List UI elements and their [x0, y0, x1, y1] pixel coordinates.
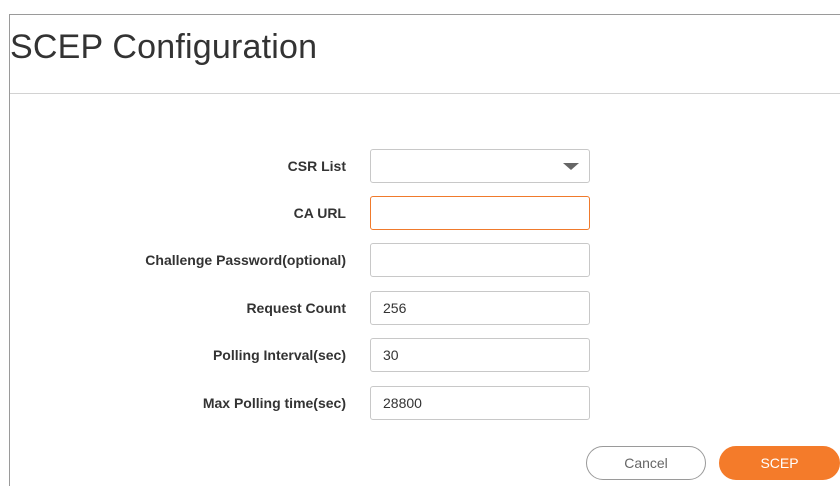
title-divider: [10, 93, 840, 94]
request-count-row: Request Count: [0, 291, 840, 325]
csr-list-row: CSR List: [0, 149, 840, 183]
polling-interval-label: Polling Interval(sec): [212, 347, 346, 363]
max-polling-time-row: Max Polling time(sec): [0, 386, 840, 420]
ca-url-input[interactable]: [370, 196, 590, 230]
polling-interval-row: Polling Interval(sec): [0, 338, 840, 372]
csr-list-label: CSR List: [287, 158, 346, 174]
request-count-label: Request Count: [246, 300, 346, 316]
request-count-input[interactable]: [370, 291, 590, 325]
ca-url-row: CA URL: [0, 196, 840, 230]
page-title: SCEP Configuration: [10, 28, 318, 66]
ca-url-label: CA URL: [293, 205, 346, 221]
challenge-password-row: Challenge Password(optional): [0, 243, 840, 277]
cancel-button[interactable]: Cancel: [586, 446, 706, 480]
challenge-password-label: Challenge Password(optional): [145, 252, 346, 268]
challenge-password-input[interactable]: [370, 243, 590, 277]
scep-button[interactable]: SCEP: [719, 446, 840, 480]
max-polling-time-input[interactable]: [370, 386, 590, 420]
caret-down-icon: [563, 163, 579, 170]
max-polling-time-label: Max Polling time(sec): [202, 395, 346, 411]
csr-list-select[interactable]: [370, 149, 590, 183]
polling-interval-input[interactable]: [370, 338, 590, 372]
